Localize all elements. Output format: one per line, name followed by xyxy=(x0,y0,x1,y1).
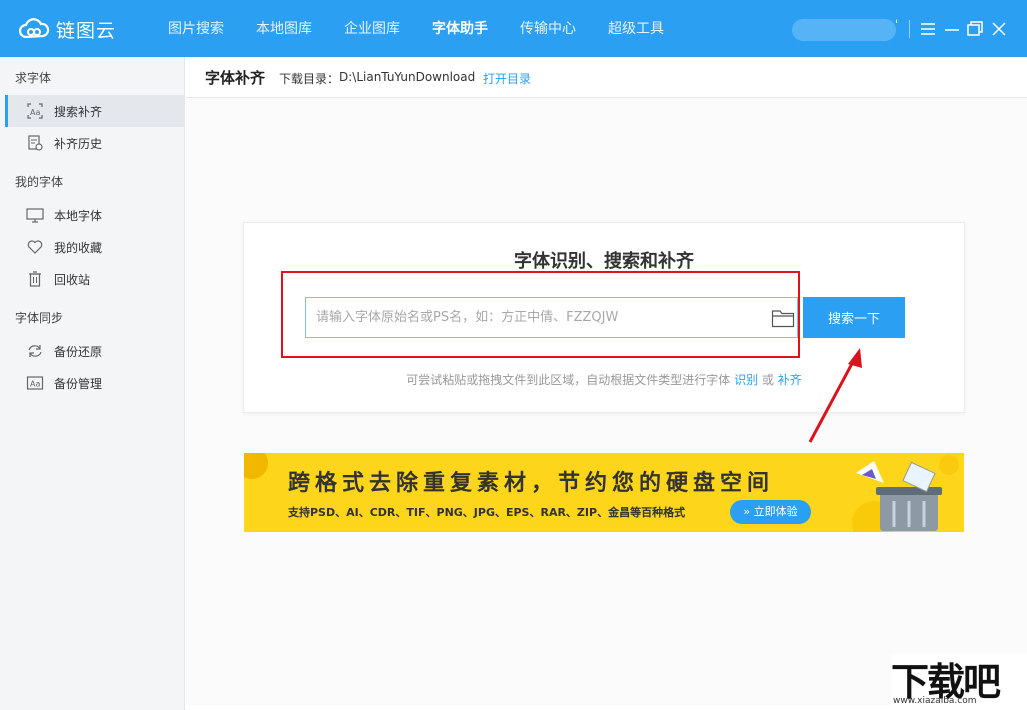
sidebar-item-local-fonts[interactable]: 本地字体 xyxy=(5,199,185,231)
page-header: 字体补齐 下载目录： D:\LianTuYunDownload 打开目录 xyxy=(186,57,1027,98)
sidebar-item-label: 回收站 xyxy=(54,271,90,288)
card-title: 字体识别、搜索和补齐 xyxy=(244,247,964,273)
menu-icon[interactable] xyxy=(919,19,937,39)
search-button[interactable]: 搜索一下 xyxy=(803,297,905,338)
font-search-icon: Aa xyxy=(26,102,44,120)
sidebar-section-title: 求字体 xyxy=(15,69,51,86)
open-directory-link[interactable]: 打开目录 xyxy=(483,70,531,87)
top-bar: 链图云 图片搜索 本地图库 企业图库 字体助手 传输中心 超级工具 ˈ xyxy=(0,0,1027,57)
annotation-arrow xyxy=(800,340,870,450)
nav-font-assistant[interactable]: 字体助手 xyxy=(416,0,504,57)
watermark-url: www.xiazaiba.com xyxy=(893,696,977,706)
history-icon xyxy=(26,134,44,152)
sidebar-item-label: 本地字体 xyxy=(54,207,102,224)
account-caret-icon[interactable]: ˈ xyxy=(895,18,898,32)
app-name: 链图云 xyxy=(56,16,116,43)
complete-link[interactable]: 补齐 xyxy=(778,373,802,387)
sidebar-item-label: 备份管理 xyxy=(54,375,102,392)
sidebar: 求字体 Aa 搜索补齐 补齐历史 我的字体 本地字体 我的收藏 回收站 字体同步 xyxy=(0,57,185,710)
promo-banner[interactable]: 跨格式去除重复素材，节约您的硬盘空间 支持PSD、AI、CDR、TIF、PNG、… xyxy=(244,453,964,532)
sync-icon xyxy=(26,342,44,360)
site-watermark: 下载吧 www.xiazaiba.com xyxy=(891,654,1027,710)
font-box-icon: Aa xyxy=(26,374,44,392)
hint-text: 可尝试粘贴或拖拽文件到此区域，自动根据文件类型进行字体 xyxy=(406,373,730,387)
heart-icon xyxy=(26,238,44,256)
sidebar-item-label: 补齐历史 xyxy=(54,135,102,152)
nav-image-search[interactable]: 图片搜索 xyxy=(152,0,240,57)
minimize-icon[interactable] xyxy=(943,19,961,39)
page-title: 字体补齐 xyxy=(205,67,265,88)
nav-transfer-center[interactable]: 传输中心 xyxy=(504,0,592,57)
sidebar-item-recycle-bin[interactable]: 回收站 xyxy=(5,263,185,295)
download-dir-path: D:\LianTuYunDownload xyxy=(339,70,475,84)
sidebar-item-label: 我的收藏 xyxy=(54,239,102,256)
nav-enterprise-gallery[interactable]: 企业图库 xyxy=(328,0,416,57)
download-dir-label: 下载目录： xyxy=(279,70,339,87)
user-account[interactable] xyxy=(792,19,896,41)
sidebar-section-title: 我的字体 xyxy=(15,173,63,190)
sidebar-section-title: 字体同步 xyxy=(15,309,63,326)
sidebar-item-favorites[interactable]: 我的收藏 xyxy=(5,231,185,263)
sidebar-item-history[interactable]: 补齐历史 xyxy=(5,127,185,159)
svg-text:Aa: Aa xyxy=(30,108,40,117)
sidebar-item-backup-restore[interactable]: 备份还原 xyxy=(5,335,185,367)
monitor-icon xyxy=(26,206,44,224)
trash-icon xyxy=(26,270,44,288)
main-nav: 图片搜索 本地图库 企业图库 字体助手 传输中心 超级工具 xyxy=(152,0,680,57)
cloud-logo-icon xyxy=(18,17,50,41)
close-icon[interactable] xyxy=(990,19,1008,39)
divider xyxy=(909,20,910,38)
hint-or: 或 xyxy=(762,373,774,387)
app-logo[interactable]: 链图云 xyxy=(18,14,116,44)
try-now-button[interactable]: » 立即体验 xyxy=(730,500,811,524)
restore-icon[interactable] xyxy=(966,19,984,39)
svg-text:Aa: Aa xyxy=(30,380,40,389)
sidebar-item-backup-manage[interactable]: Aa 备份管理 xyxy=(5,367,185,399)
banner-title: 跨格式去除重复素材，节约您的硬盘空间 xyxy=(288,465,774,497)
sidebar-item-search-complete[interactable]: Aa 搜索补齐 xyxy=(5,95,185,127)
nav-local-gallery[interactable]: 本地图库 xyxy=(240,0,328,57)
sidebar-item-label: 搜索补齐 xyxy=(54,103,102,120)
annotation-highlight-box xyxy=(281,271,800,358)
nav-super-tools[interactable]: 超级工具 xyxy=(592,0,680,57)
sidebar-item-label: 备份还原 xyxy=(54,343,102,360)
identify-link[interactable]: 识别 xyxy=(734,373,758,387)
banner-subtitle: 支持PSD、AI、CDR、TIF、PNG、JPG、EPS、RAR、ZIP、金昌等… xyxy=(288,504,685,520)
